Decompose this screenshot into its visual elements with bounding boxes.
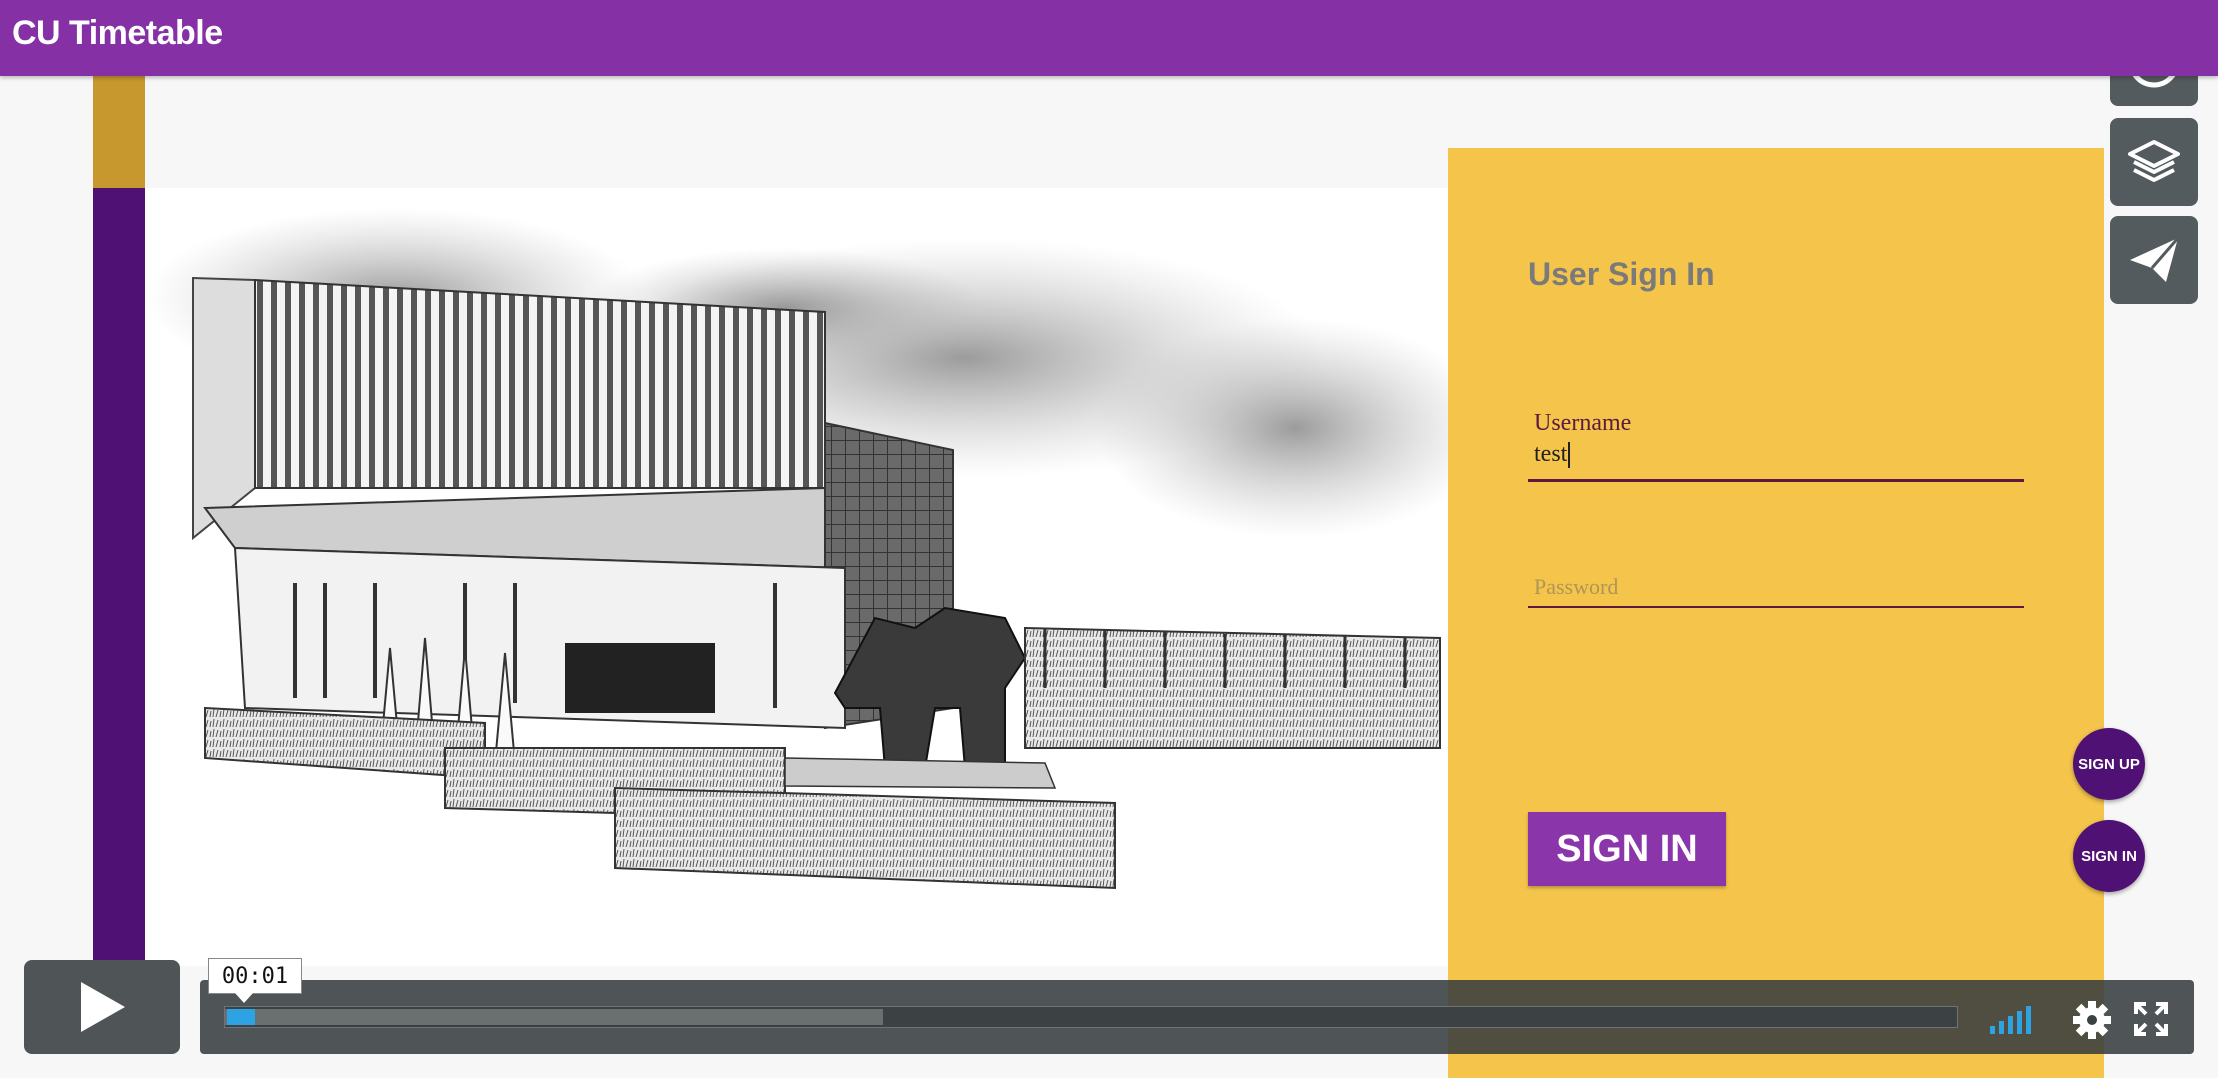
sign-in-button[interactable]: SIGN IN — [1528, 812, 1726, 886]
volume-bar — [2008, 1016, 2013, 1034]
username-field[interactable]: Username test — [1528, 410, 2024, 482]
sign-in-circle-button[interactable]: SIGN IN — [2073, 820, 2145, 892]
sign-up-circle-button[interactable]: SIGN UP — [2073, 728, 2145, 800]
volume-control[interactable] — [1990, 1004, 2031, 1034]
username-underline — [1528, 479, 2024, 482]
send-button[interactable] — [2110, 216, 2198, 304]
play-icon — [81, 982, 125, 1032]
volume-bar — [1999, 1021, 2004, 1034]
volume-bar — [2017, 1011, 2022, 1034]
username-value: test — [1534, 441, 1568, 467]
side-accent-gold — [93, 76, 145, 188]
sign-in-title: User Sign In — [1528, 256, 1715, 292]
paper-plane-icon — [2130, 237, 2180, 282]
played-bar — [227, 1009, 255, 1025]
layers-icon — [2128, 140, 2180, 182]
video-progress-bar[interactable] — [224, 1006, 1958, 1028]
video-control-bar: 00:01 — [200, 958, 2194, 1054]
time-tooltip: 00:01 — [208, 958, 302, 1003]
username-input[interactable]: test — [1528, 441, 2024, 471]
side-accent-purple — [93, 188, 145, 988]
volume-bar — [2026, 1006, 2031, 1034]
app-title: CU Timetable — [12, 14, 223, 52]
top-bar: CU Timetable — [0, 0, 2218, 76]
username-label: Username — [1534, 410, 1632, 436]
settings-gear-icon[interactable] — [2072, 1000, 2112, 1040]
volume-bar — [1990, 1026, 1995, 1034]
building-sketch-image — [145, 188, 1449, 966]
fullscreen-icon[interactable] — [2134, 1002, 2168, 1036]
password-input[interactable] — [1528, 568, 2024, 608]
play-button[interactable] — [24, 960, 180, 1054]
layers-button[interactable] — [2110, 118, 2198, 206]
sign-in-panel: User Sign In Username test SIGN IN — [1448, 148, 2104, 1078]
buffer-bar — [225, 1009, 884, 1025]
text-caret — [1568, 442, 1571, 469]
